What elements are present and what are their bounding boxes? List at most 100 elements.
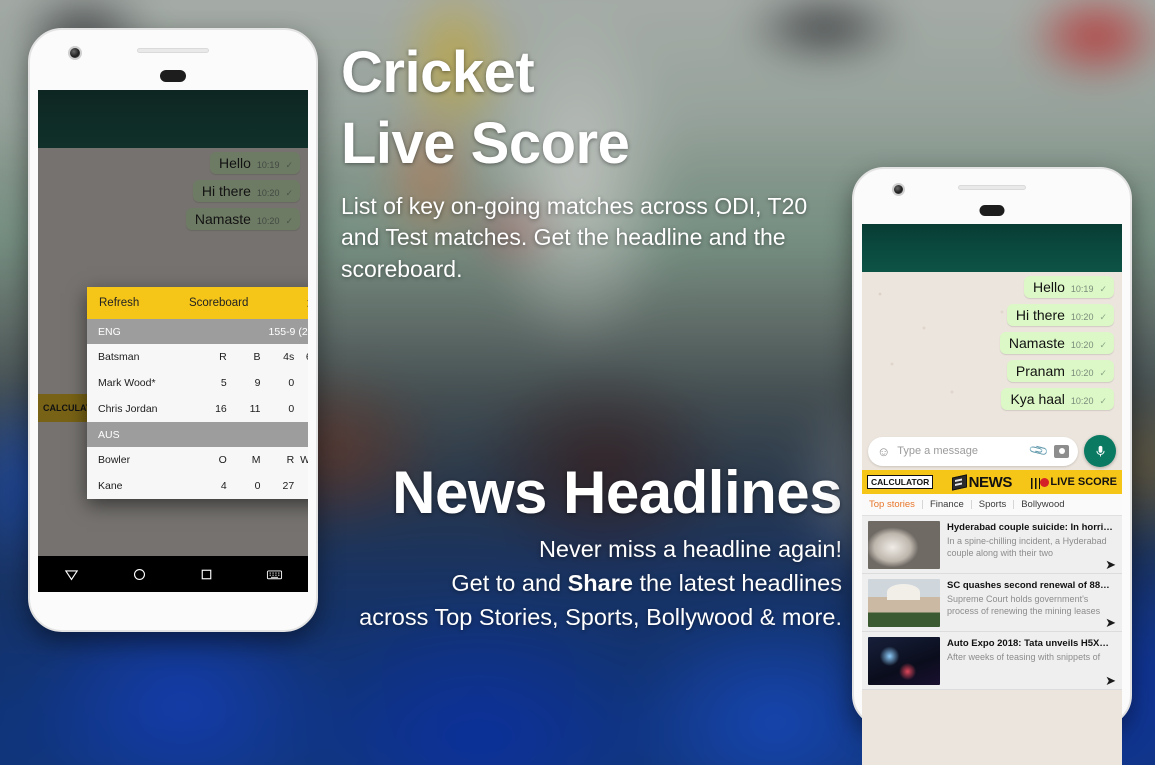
stat-cell: R <box>286 454 295 466</box>
news-deck: Supreme Court holds government's process… <box>947 593 1101 616</box>
player-name-cell: Kane <box>98 480 123 492</box>
proximity-sensor <box>160 70 186 82</box>
scoreboard-data-row: Kane 4 0 271 <box>87 473 308 499</box>
team-score: 155-9 (20) <box>268 325 308 338</box>
tab-finance[interactable]: Finance <box>923 500 972 510</box>
stat-cell: 9 <box>254 377 261 389</box>
live-score-logo[interactable]: LIVE SCORE <box>1030 476 1117 489</box>
stat-cell: 0 <box>288 403 295 415</box>
stat-cell: 1 <box>294 396 308 422</box>
right-phone-screen: Hello 10:19 ✓ Hi there 10:20 ✓ Namaste 10:20 ✓ Pr… <box>862 224 1122 765</box>
recents-icon[interactable] <box>198 566 215 583</box>
chat-bubble-text: Hi there <box>1015 307 1065 323</box>
stat-cell: 11 <box>249 403 261 415</box>
news-text-block: Auto Expo 2018: Tata unveils H5X… After w… <box>947 637 1116 685</box>
message-input[interactable]: ☺ Type a message 📎 <box>868 436 1078 466</box>
news-text-block: SC quashes second renewal of 88… Supreme … <box>947 579 1116 627</box>
stat-cell: M <box>251 454 261 466</box>
share-arrow-icon[interactable]: ➤ <box>1105 558 1116 571</box>
scoreboard-innings-list: ENG155-9 (20)BatsmanRB4s6sMark Wood*5900… <box>87 319 308 499</box>
right-chat-messages: Hello 10:19 ✓ Hi there 10:20 ✓ Namaste 10:20 ✓ Pr… <box>862 272 1122 432</box>
news-headline: Auto Expo 2018: Tata unveils H5X… <box>947 638 1109 649</box>
read-receipt-icon: ✓ <box>1099 368 1107 378</box>
stat-cell: 1 <box>294 473 308 499</box>
message-input-row: ☺ Type a message 📎 <box>862 432 1122 470</box>
news-headline-list: Hyderabad couple suicide: In horri… In a … <box>862 516 1122 690</box>
stat-cell: B <box>253 351 261 363</box>
player-name-cell: Bowler <box>98 454 131 466</box>
cricket-ball-icon <box>1040 477 1050 487</box>
paperclip-icon[interactable]: 📎 <box>1028 440 1050 462</box>
tab-sports[interactable]: Sports <box>972 500 1015 510</box>
read-receipt-icon: ✓ <box>1099 284 1107 294</box>
share-arrow-icon[interactable]: ➤ <box>1105 616 1116 629</box>
news-thumbnail <box>868 521 940 569</box>
camera-icon[interactable] <box>1054 444 1069 458</box>
scoreboard-dialog: Refresh Scoreboard × ENG 155-9 (20) Batsma… <box>87 287 308 499</box>
news-deck: After weeks of teasing with snippets of <box>947 651 1101 662</box>
stat-cell: 4 <box>220 480 227 492</box>
scoreboard-team-row: ENG 155-9 (20) <box>87 319 308 344</box>
home-icon[interactable] <box>131 566 148 583</box>
read-receipt-icon: ✓ <box>1099 312 1107 322</box>
newspaper-icon <box>951 473 967 491</box>
stat-cell: O <box>218 454 227 466</box>
news-logo[interactable]: NEWS <box>951 473 1012 491</box>
stat-cell: 4s <box>283 351 295 363</box>
live-score-logo-label: LIVE SCORE <box>1050 476 1117 488</box>
keyboard-icon[interactable] <box>266 566 283 583</box>
news-list-item[interactable]: Hyderabad couple suicide: In horri… In a … <box>862 516 1122 574</box>
cricket-subtitle: List of key on-going matches across ODI,… <box>341 192 808 282</box>
cricket-title-line1: Cricket <box>341 40 535 105</box>
scoreboard-team-row: AUS <box>87 422 308 447</box>
whatsapp-header-bar <box>862 224 1122 272</box>
chat-bubble[interactable]: Pranam 10:20 ✓ <box>1006 360 1114 382</box>
news-sub-post: the latest headlines <box>632 569 842 596</box>
chat-bubble[interactable]: Hi there 10:20 ✓ <box>1006 304 1114 326</box>
stat-cell: 6s <box>294 344 308 370</box>
tab-bollywood[interactable]: Bollywood <box>1014 500 1071 510</box>
tab-top-stories[interactable]: Top stories <box>862 500 923 510</box>
scoreboard-dialog-title: Scoreboard <box>188 297 249 309</box>
news-subtitle: Never miss a headline again! Get to and … <box>330 533 842 634</box>
scoreboard-data-row: Mark Wood* 5 9 00 <box>87 370 308 396</box>
chat-bubble[interactable]: Namaste 10:20 ✓ <box>999 332 1114 354</box>
cricket-title-line2: Live Score <box>341 111 630 177</box>
emoji-icon[interactable]: ☺ <box>877 444 890 459</box>
read-receipt-icon: ✓ <box>1099 396 1107 406</box>
proximity-sensor <box>979 205 1005 216</box>
news-promo-block: News Headlines Never miss a headline aga… <box>330 461 842 634</box>
share-arrow-icon[interactable]: ➤ <box>1105 674 1116 687</box>
news-list-item[interactable]: SC quashes second renewal of 88… Supreme … <box>862 574 1122 632</box>
chat-bubble[interactable]: Hello 10:19 ✓ <box>1024 276 1114 298</box>
stat-cell: 0 <box>254 480 261 492</box>
stat-cell: R <box>219 351 227 363</box>
read-receipt-icon: ✓ <box>1099 340 1107 350</box>
scoreboard-header-row: Batsman R B 4s6s <box>87 344 308 370</box>
close-icon[interactable]: × <box>306 295 308 312</box>
news-sub-pre: Get to and <box>451 569 568 596</box>
player-name-cell: Mark Wood* <box>98 377 156 389</box>
stat-cell: 5 <box>220 377 227 389</box>
news-sub-bold: Share <box>567 569 633 596</box>
right-phone-mockup: Hello 10:19 ✓ Hi there 10:20 ✓ Namaste 10:20 ✓ Pr… <box>852 167 1132 765</box>
front-camera-icon <box>68 46 82 60</box>
back-icon[interactable] <box>63 566 80 583</box>
news-thumbnail <box>868 579 940 627</box>
scoreboard-table: Bowler O M R WS Kane 4 0 271 <box>87 447 308 499</box>
earpiece-speaker <box>958 185 1026 190</box>
microphone-icon[interactable] <box>1084 435 1116 467</box>
news-list-item[interactable]: Auto Expo 2018: Tata unveils H5X… After w… <box>862 632 1122 690</box>
news-text-block: Hyderabad couple suicide: In horri… In a … <box>947 521 1116 569</box>
front-camera-icon <box>892 183 905 196</box>
cricket-promo-block: Cricket Live Score List of key on-going … <box>341 42 861 285</box>
news-thumbnail <box>868 637 940 685</box>
chat-bubble-text: Hello <box>1033 279 1065 295</box>
team-name: AUS <box>98 428 120 441</box>
message-placeholder: Type a message <box>897 445 978 457</box>
chat-bubble[interactable]: Kya haal 10:20 ✓ <box>1001 388 1114 410</box>
scoreboard-data-row: Chris Jordan 16 11 01 <box>87 396 308 422</box>
calculator-badge[interactable]: CALCULATOR <box>867 475 934 489</box>
refresh-button[interactable]: Refresh <box>99 297 139 309</box>
chat-bubble-time: 10:20 <box>1070 368 1094 378</box>
